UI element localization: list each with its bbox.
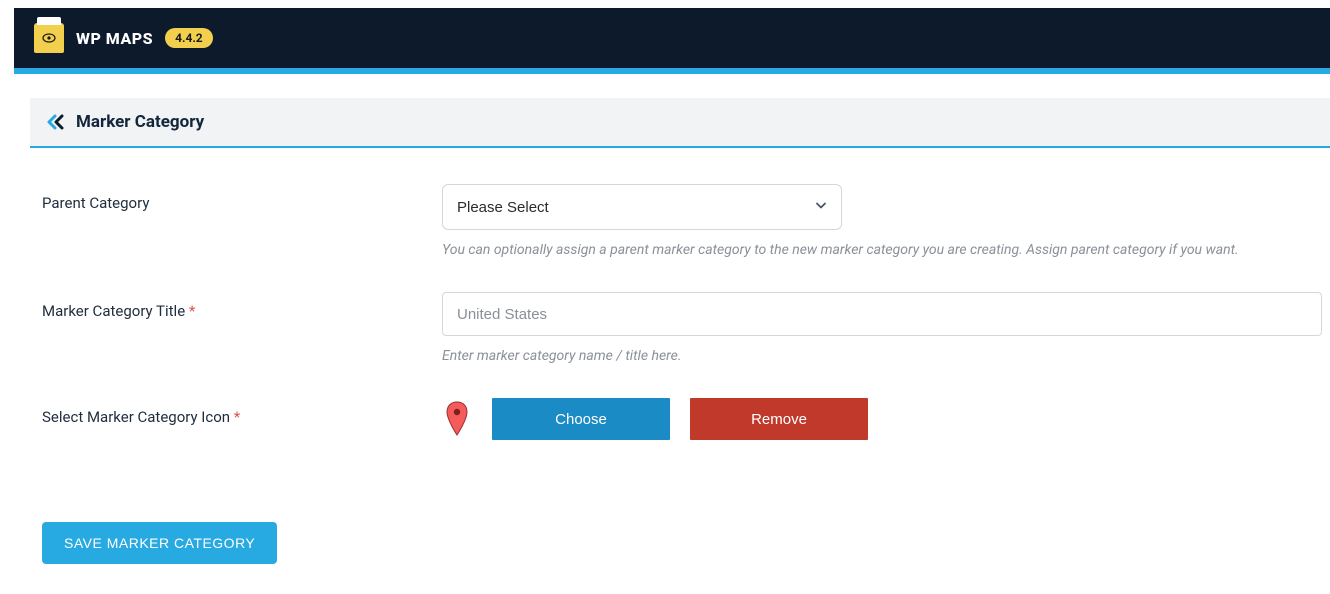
version-badge: 4.4.2 xyxy=(165,28,213,48)
category-icon-row: Select Marker Category Icon * Choose Rem… xyxy=(42,398,1330,440)
app-header: WP MAPS 4.4.2 xyxy=(0,0,1330,68)
parent-category-select[interactable]: Please Select xyxy=(442,184,842,230)
category-icon-label: Select Marker Category Icon * xyxy=(42,398,442,426)
panel-header: Marker Category xyxy=(30,98,1330,148)
marker-pin-icon xyxy=(442,399,472,439)
parent-category-help: You can optionally assign a parent marke… xyxy=(442,242,1330,258)
brand-name: WP MAPS xyxy=(76,29,153,48)
category-title-label: Marker Category Title * xyxy=(42,292,442,320)
choose-icon-button[interactable]: Choose xyxy=(492,398,670,440)
brand-logo-icon xyxy=(34,23,64,53)
category-title-input[interactable] xyxy=(442,292,1322,336)
panel-title: Marker Category xyxy=(76,112,204,132)
chevron-left-icon xyxy=(46,112,66,132)
category-title-help: Enter marker category name / title here. xyxy=(442,348,1330,364)
category-title-row: Marker Category Title * Enter marker cat… xyxy=(42,292,1330,364)
page-content: Marker Category Parent Category Please S… xyxy=(14,74,1330,594)
remove-icon-button[interactable]: Remove xyxy=(690,398,868,440)
parent-category-label: Parent Category xyxy=(42,184,442,212)
parent-category-row: Parent Category Please Select You can op… xyxy=(42,184,1330,258)
save-button[interactable]: SAVE MARKER CATEGORY xyxy=(42,522,277,564)
